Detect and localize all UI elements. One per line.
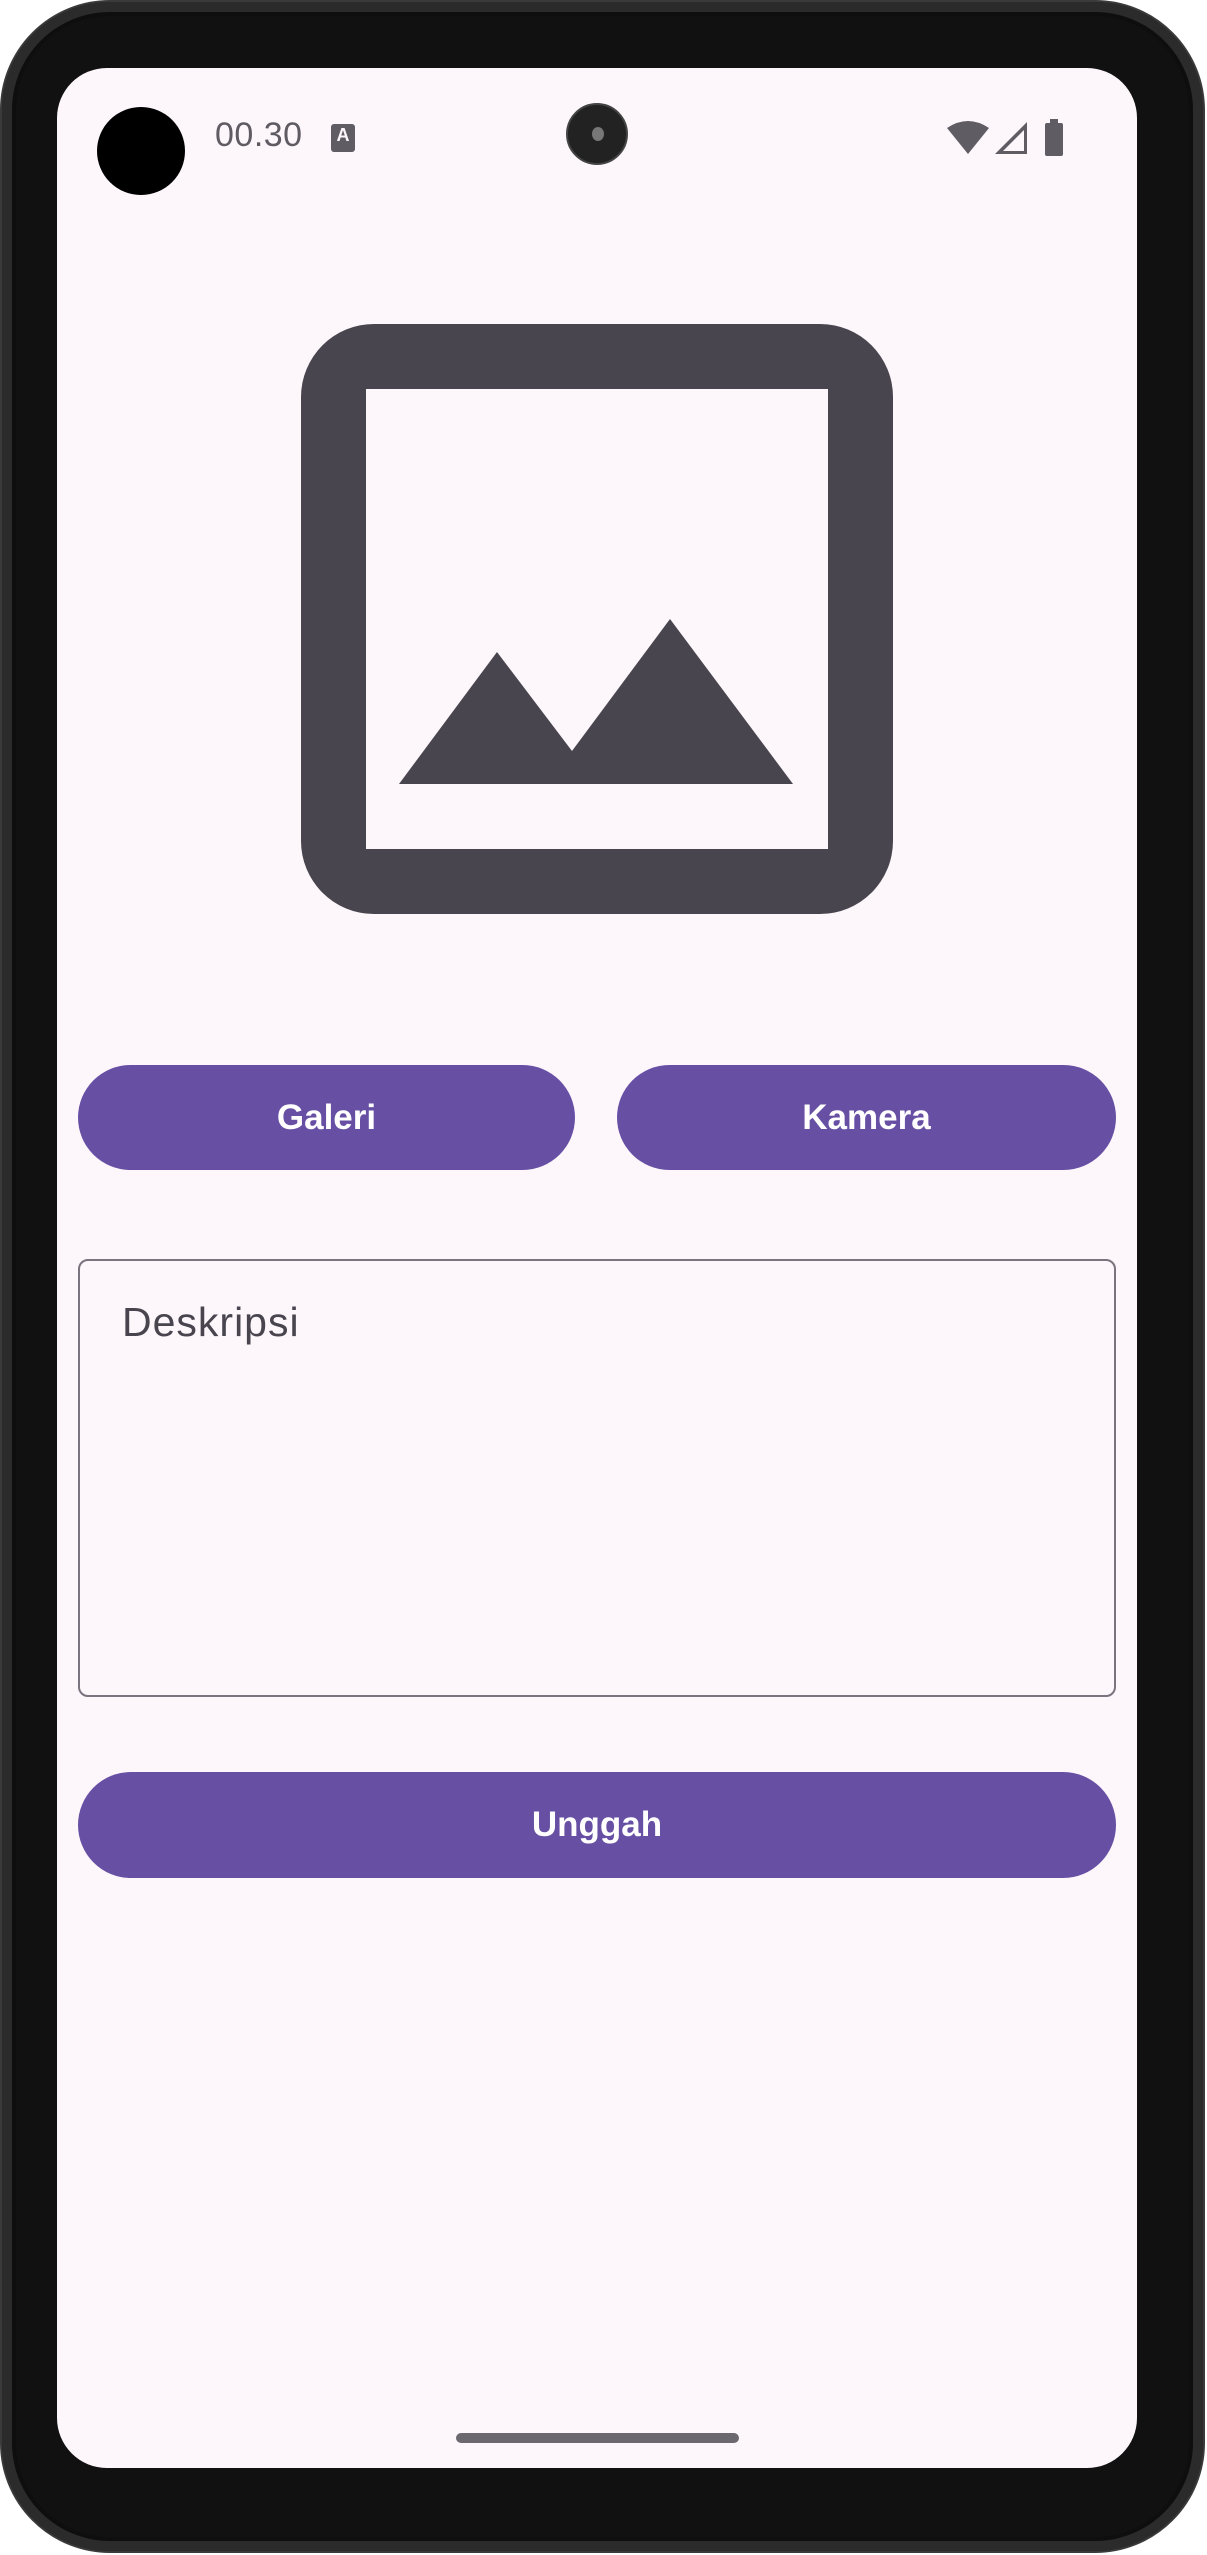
- description-input[interactable]: Deskripsi: [78, 1259, 1116, 1697]
- a-keyboard-icon: A: [331, 124, 355, 152]
- home-indicator[interactable]: [456, 2433, 739, 2443]
- status-time: 00.30: [215, 116, 303, 154]
- app-screen: 00.30 A Galeri Kamera Deskripsi Unggah: [57, 68, 1137, 2468]
- description-placeholder: Deskripsi: [122, 1299, 300, 1345]
- gallery-button[interactable]: Galeri: [78, 1065, 575, 1170]
- camera-button[interactable]: Kamera: [617, 1065, 1116, 1170]
- signal-icon: [995, 122, 1027, 154]
- upload-button[interactable]: Unggah: [78, 1772, 1116, 1878]
- battery-icon: [1045, 119, 1063, 156]
- front-camera: [566, 103, 628, 165]
- status-icons: [947, 119, 1063, 156]
- wifi-icon: [947, 121, 989, 154]
- screen-record-indicator: [97, 107, 185, 195]
- image-placeholder-icon: [301, 324, 893, 914]
